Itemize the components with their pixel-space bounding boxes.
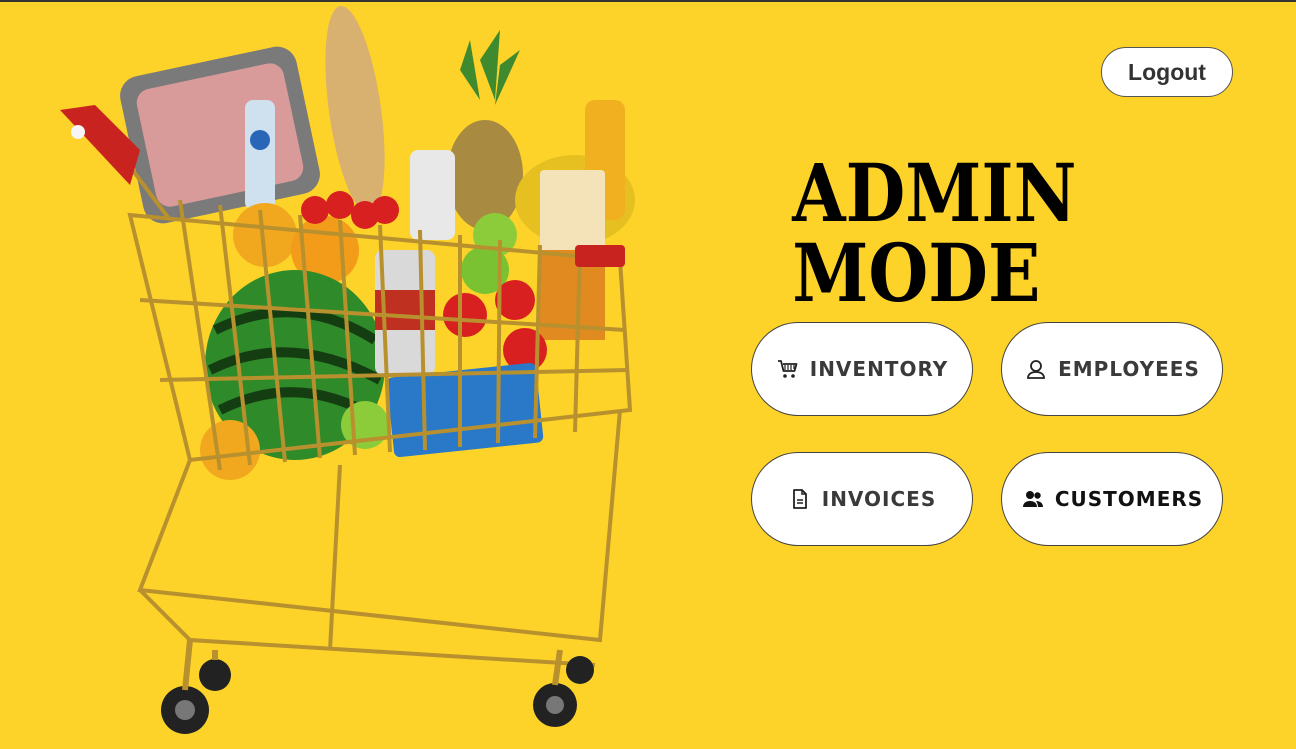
admin-screen: Logout ADMIN MODE INVENTORY EMPLOYEES IN…: [0, 0, 1296, 749]
inventory-label: INVENTORY: [809, 357, 949, 381]
user-icon: [1024, 357, 1048, 381]
users-icon: [1021, 487, 1045, 511]
page-title: ADMIN MODE: [792, 146, 1077, 320]
document-icon: [788, 487, 812, 511]
inventory-button[interactable]: INVENTORY: [751, 322, 973, 416]
customers-button[interactable]: CUSTOMERS: [1001, 452, 1223, 546]
customers-label: CUSTOMERS: [1054, 487, 1204, 511]
invoices-button[interactable]: INVOICES: [751, 452, 973, 546]
employees-button[interactable]: EMPLOYEES: [1001, 322, 1223, 416]
employees-label: EMPLOYEES: [1058, 357, 1200, 381]
shopping-cart-icon: [776, 357, 800, 381]
shopping-cart-with-groceries-image: [60, 5, 635, 734]
invoices-label: INVOICES: [821, 487, 937, 511]
logout-button[interactable]: Logout: [1101, 47, 1233, 97]
